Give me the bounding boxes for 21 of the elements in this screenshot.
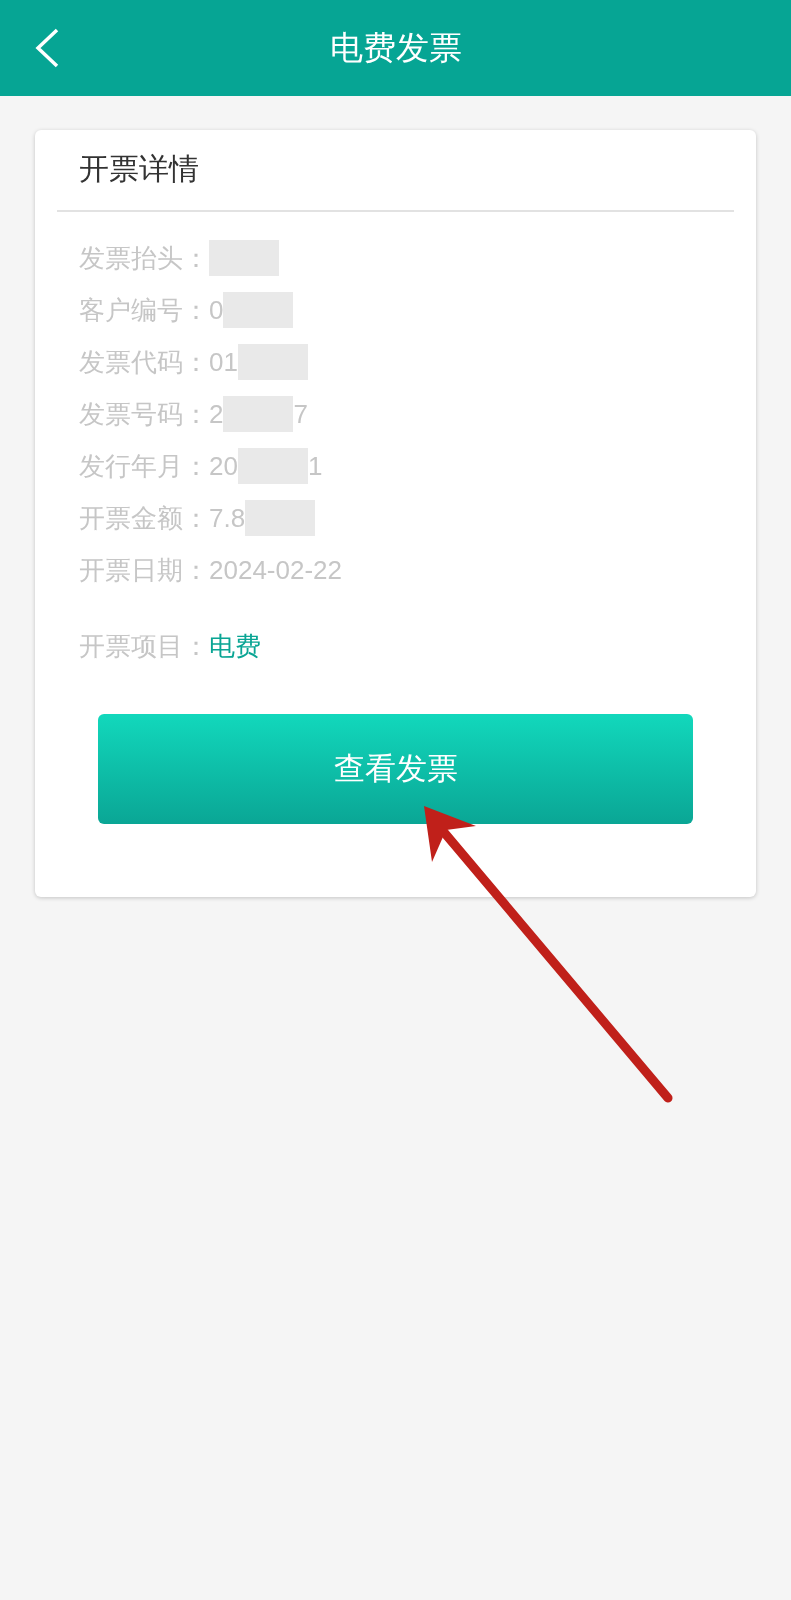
field-label: 发票代码： xyxy=(79,345,209,379)
field-label: 开票日期： xyxy=(79,553,209,587)
field-label: 发行年月： xyxy=(79,449,209,483)
field-value: 2 xyxy=(209,397,224,431)
field-value: 7.8 xyxy=(209,501,246,535)
field-value: 7 xyxy=(293,397,308,431)
back-icon[interactable] xyxy=(34,28,60,68)
field-value: 2024-02-22 xyxy=(209,553,342,587)
field-label: 开票金额： xyxy=(79,501,209,535)
page-title: 电费发票 xyxy=(329,28,462,69)
field-label: 开票项目： xyxy=(79,629,209,663)
card-title: 开票详情 xyxy=(78,151,200,187)
field-label: 发票抬头： xyxy=(79,241,209,275)
field-label: 客户编号： xyxy=(79,293,209,327)
field-label: 发票号码： xyxy=(79,397,209,431)
field-value: 20 xyxy=(209,449,238,483)
field-value: 0 xyxy=(209,293,224,327)
field-value: 电费 xyxy=(209,629,261,663)
view-invoice-button[interactable]: 查看发票 xyxy=(98,714,693,824)
field-value: 1 xyxy=(307,449,323,483)
field-value: 01 xyxy=(209,345,238,379)
